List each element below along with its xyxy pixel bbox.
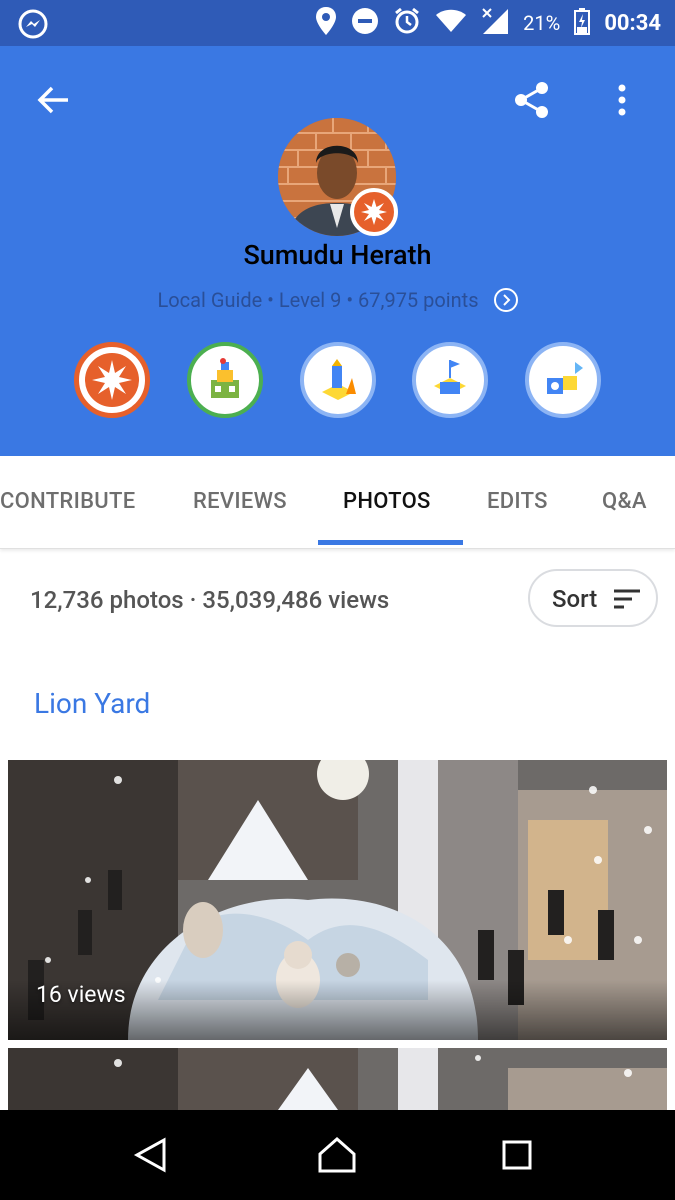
sort-label: Sort (552, 585, 598, 613)
reviews-badge[interactable] (300, 342, 376, 418)
more-options-button[interactable] (598, 76, 646, 124)
alarm-icon (393, 7, 421, 39)
place-title[interactable]: Lion Yard (34, 687, 150, 720)
local-guide-level[interactable]: Local Guide • Level 9 • 67,975 points (0, 287, 675, 314)
clock: 00:34 (604, 10, 661, 36)
profile-header: Sumudu Herath Local Guide • Level 9 • 67… (0, 46, 675, 456)
local-guide-level-badge[interactable] (74, 342, 150, 418)
star-burst-icon (85, 353, 139, 407)
nav-back-icon (133, 1137, 166, 1173)
photo-views: 16 views (36, 981, 126, 1008)
local-guide-level-text: Local Guide • Level 9 • 67,975 points (157, 288, 479, 312)
share-icon (515, 82, 548, 118)
nav-home-button[interactable] (312, 1130, 362, 1180)
active-tab-indicator (318, 540, 463, 545)
location-icon (315, 6, 337, 40)
places-badge[interactable] (187, 342, 263, 418)
photo-card[interactable]: 16 views (8, 760, 667, 1040)
tab-qa[interactable]: Q&A (602, 456, 647, 548)
system-nav-bar (0, 1110, 675, 1200)
messenger-icon (18, 9, 48, 43)
back-button[interactable] (29, 76, 77, 124)
signal-icon (481, 7, 509, 39)
badges-row (74, 342, 604, 420)
more-vert-icon (618, 84, 626, 116)
reviews-pencil-icon (322, 359, 356, 400)
tab-reviews[interactable]: REVIEWS (193, 456, 287, 548)
places-building-icon (211, 358, 239, 398)
edits-badge[interactable] (412, 342, 488, 418)
qa-badge[interactable] (525, 342, 601, 418)
share-button[interactable] (508, 76, 556, 124)
chevron-right-icon (493, 287, 518, 312)
photo-card[interactable] (8, 1048, 667, 1110)
tab-edits[interactable]: EDITS (487, 456, 548, 548)
tab-contribute[interactable]: CONTRIBUTE (0, 456, 135, 548)
profile-name: Sumudu Herath (243, 239, 432, 271)
sort-button[interactable]: Sort (528, 569, 658, 627)
edits-flag-icon (434, 360, 466, 394)
local-guide-badge-icon (350, 188, 398, 236)
nav-recents-button[interactable] (492, 1130, 542, 1180)
sort-icon (614, 589, 640, 609)
status-bar: 21% 00:34 (0, 0, 675, 46)
tab-bar: CONTRIBUTE REVIEWS PHOTOS EDITS Q&A (0, 456, 675, 549)
tab-photos[interactable]: PHOTOS (343, 456, 431, 548)
qa-camera-icon (547, 362, 583, 394)
do-not-disturb-icon (351, 7, 379, 39)
photo-stats: 12,736 photos · 35,039,486 views (30, 586, 390, 614)
photo-image (8, 1048, 667, 1110)
nav-recents-icon (502, 1140, 532, 1170)
battery-charging-icon (574, 7, 591, 39)
nav-home-icon (318, 1136, 356, 1173)
nav-back-button[interactable] (125, 1130, 175, 1180)
wifi-icon (435, 8, 467, 38)
back-arrow-icon (37, 86, 68, 114)
battery-percent: 21% (523, 11, 561, 35)
